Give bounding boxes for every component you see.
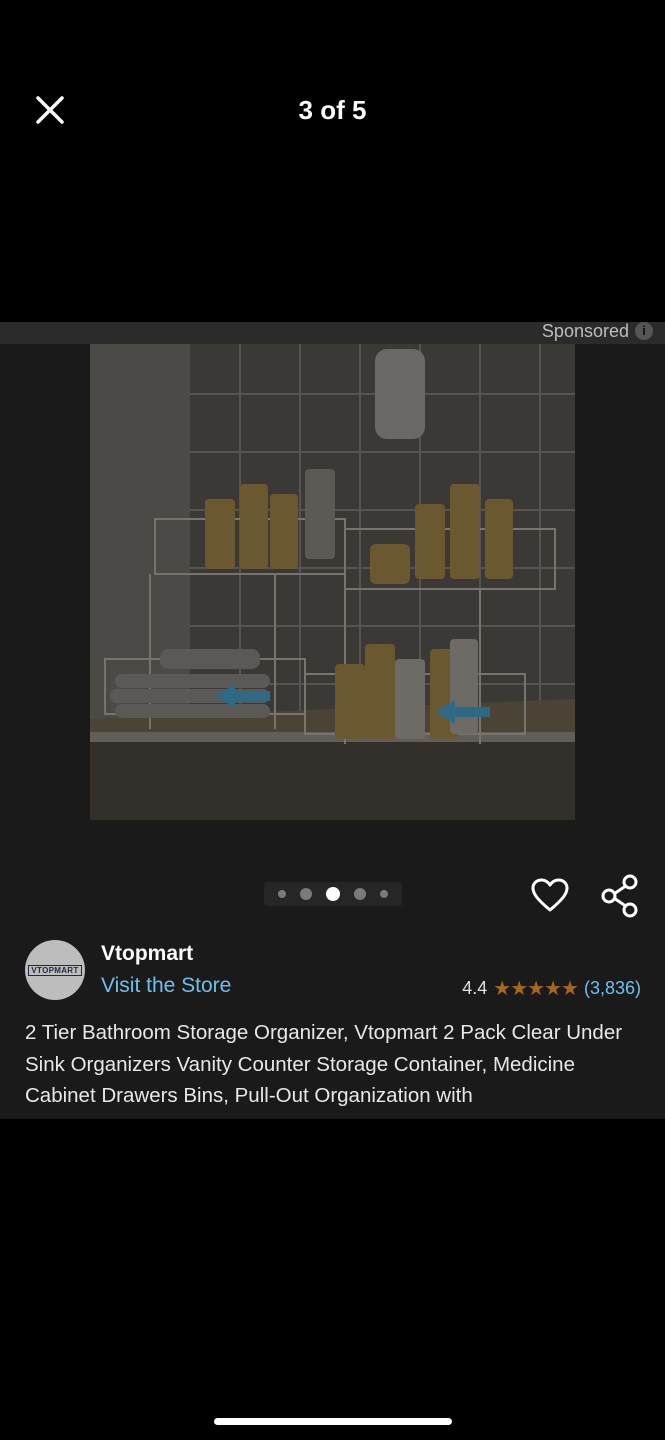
page-dot-3-active[interactable] — [326, 887, 340, 901]
info-icon: i — [635, 322, 653, 340]
sponsored-label[interactable]: Sponsored i — [542, 322, 653, 342]
share-button[interactable] — [600, 874, 640, 918]
page-dot-5[interactable] — [380, 890, 388, 898]
seller-name: Vtopmart — [101, 942, 194, 965]
rating-value: 4.4 — [462, 978, 488, 998]
product-image[interactable] — [90, 344, 575, 820]
page-dot-1[interactable] — [278, 890, 286, 898]
page-dot-2[interactable] — [300, 888, 312, 900]
home-indicator[interactable] — [214, 1418, 452, 1425]
heart-icon — [531, 878, 569, 912]
sponsored-text: Sponsored — [541, 322, 629, 341]
rating-summary[interactable]: 4.4 ★★★★★ (3,836) — [462, 976, 641, 1001]
product-title[interactable]: 2 Tier Bathroom Storage Organizer, Vtopm… — [25, 1017, 640, 1112]
review-count-link[interactable]: (3,836) — [584, 978, 641, 999]
visit-store-link[interactable]: Visit the Store — [101, 974, 231, 998]
image-counter: 3 of 5 — [298, 95, 367, 125]
avatar-logo-text: VTOPMART — [28, 964, 82, 976]
favorite-button[interactable] — [530, 876, 570, 916]
product-photo — [90, 344, 575, 820]
share-icon — [601, 874, 638, 918]
product-card: Sponsored i VTOPMART Vtopmart Visit the … — [0, 322, 665, 1119]
page-dot-4[interactable] — [354, 888, 366, 900]
star-rating-icon: ★★★★★ — [493, 978, 579, 1000]
image-pagination[interactable] — [264, 882, 402, 906]
seller-avatar[interactable]: VTOPMART — [25, 940, 85, 1000]
